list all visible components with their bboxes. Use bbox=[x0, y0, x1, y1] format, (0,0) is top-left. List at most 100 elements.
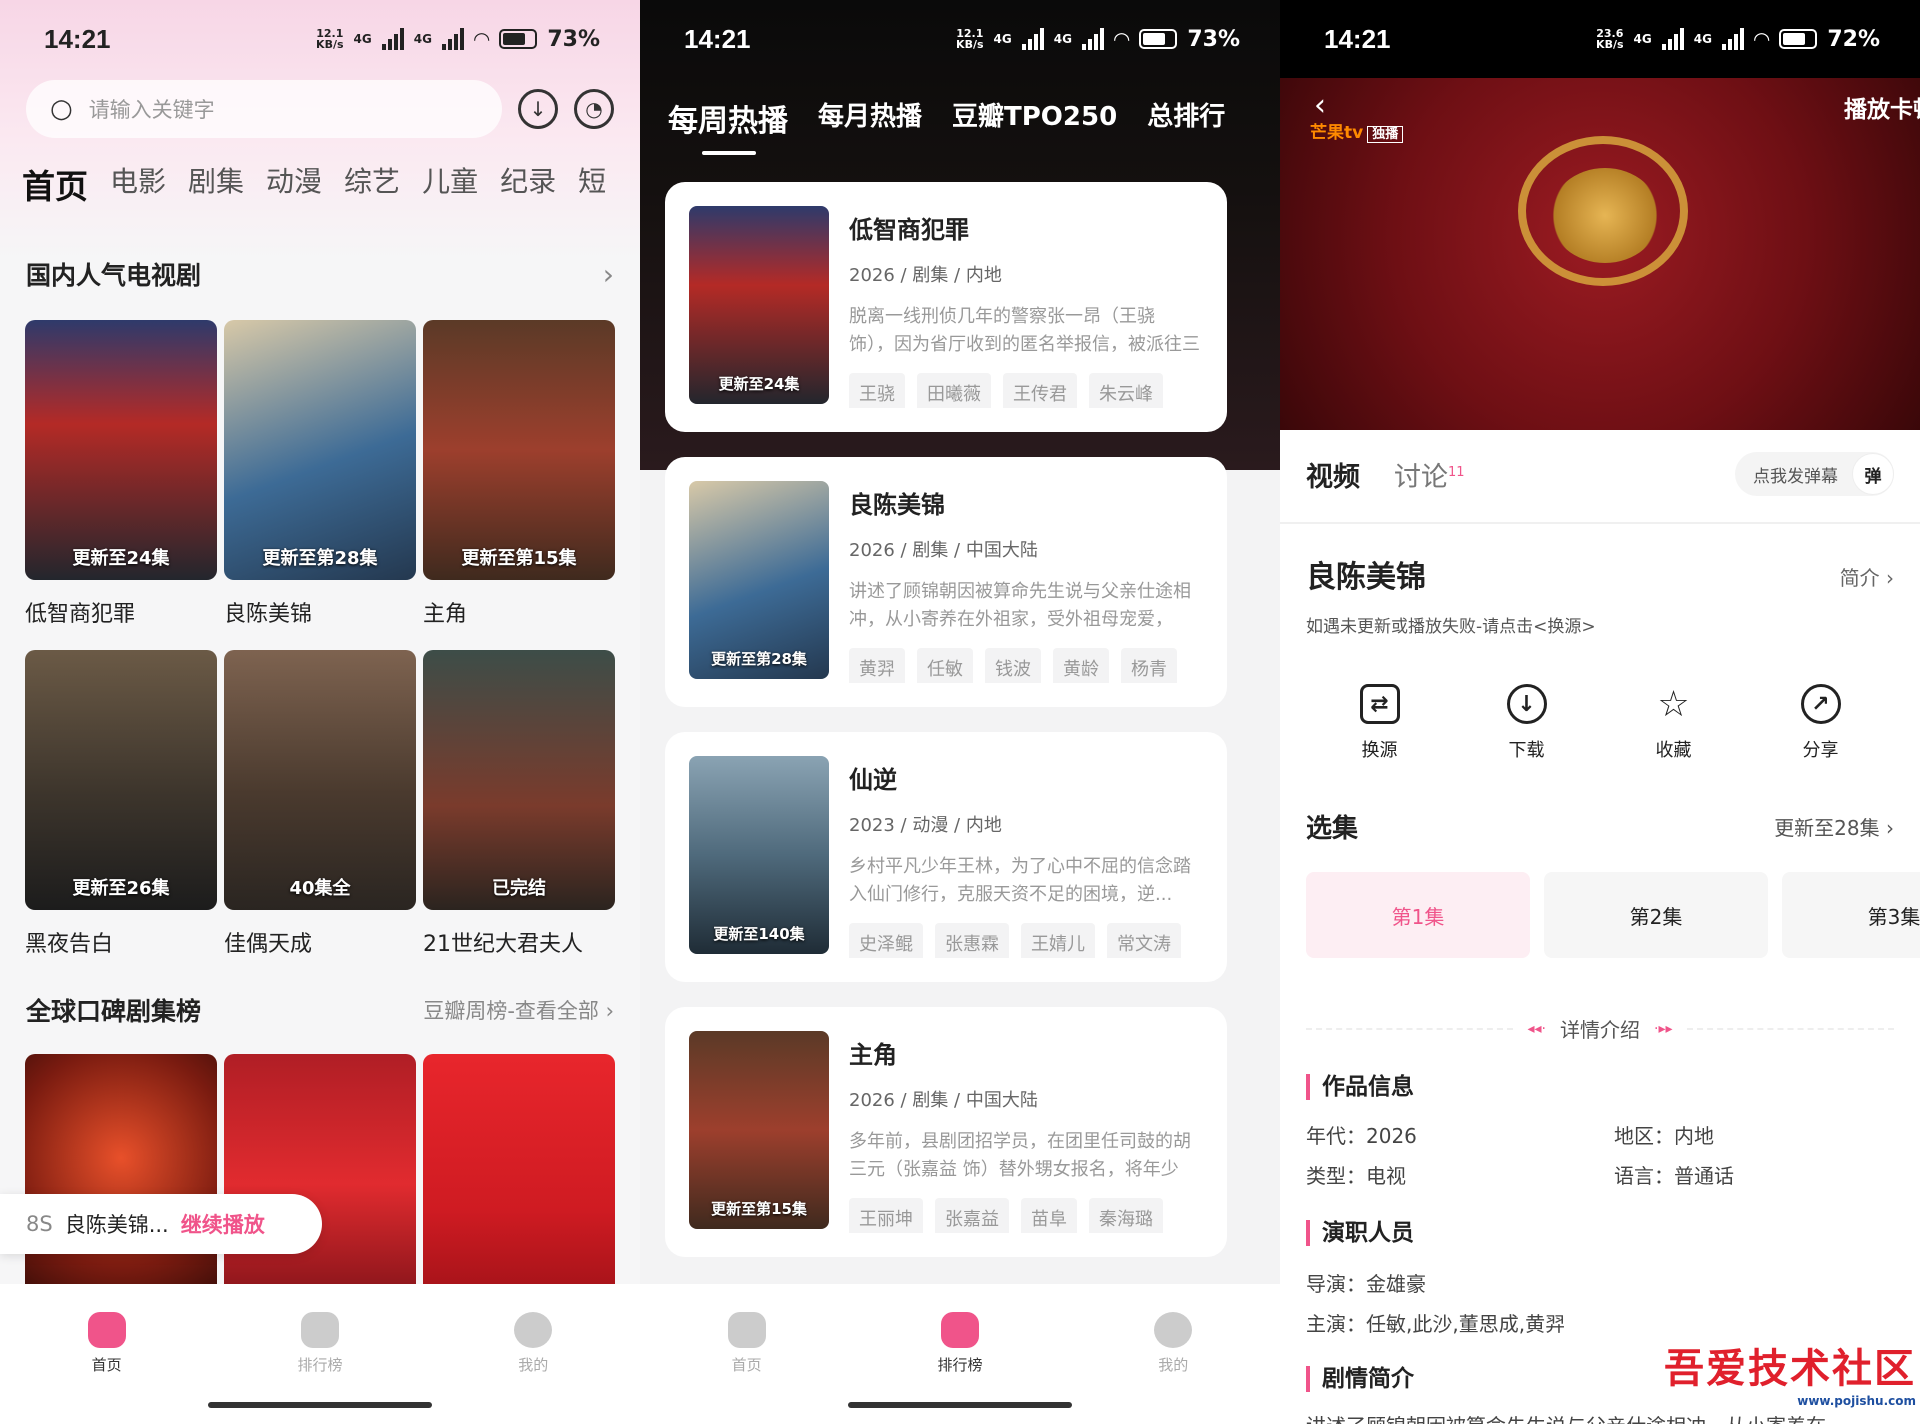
episode-status-link[interactable]: 更新至28集 › bbox=[1774, 812, 1894, 841]
card-meta: 2026 / 剧集 / 内地 bbox=[849, 265, 1002, 286]
favorite-button[interactable]: ☆ 收藏 bbox=[1614, 684, 1734, 762]
tab-label: 首页 bbox=[91, 1356, 122, 1374]
battery-icon bbox=[499, 29, 538, 49]
tab-monthly[interactable]: 每月热播 bbox=[818, 96, 922, 140]
tab-kids[interactable]: 儿童 bbox=[422, 160, 478, 208]
download-button[interactable]: ↓ 下载 bbox=[1467, 684, 1587, 762]
continue-watching-pill[interactable]: 8S 良陈美锦... 继续播放 bbox=[0, 1194, 322, 1254]
tab-anime[interactable]: 动漫 bbox=[266, 160, 322, 208]
poster-grid-domestic: 更新至24集 低智商犯罪 更新至第28集 良陈美锦 更新至第15集 主角 bbox=[25, 320, 615, 628]
poster-card[interactable]: 更新至26集 黑夜告白 bbox=[25, 650, 217, 958]
chevron-right-icon[interactable]: › bbox=[603, 258, 614, 291]
poster-card[interactable]: 更新至第28集 良陈美锦 bbox=[224, 320, 416, 628]
network-type-label: 4G bbox=[353, 32, 372, 46]
action-row: ⇄ 换源 ↓ 下载 ☆ 收藏 ↗ 分享 bbox=[1306, 684, 1894, 762]
episode-button[interactable]: 第1集 bbox=[1306, 872, 1530, 958]
switch-source-button[interactable]: ⇄ 换源 bbox=[1320, 684, 1440, 762]
danmu-input[interactable]: 点我发弹幕弹 bbox=[1735, 452, 1894, 496]
poster-card[interactable]: 更新至24集 低智商犯罪 bbox=[25, 320, 217, 628]
tab-variety[interactable]: 综艺 bbox=[344, 160, 400, 208]
active-tab-indicator bbox=[702, 151, 756, 155]
detail-screen: 14:21 23.6KB/s 4G 4G ◠ 72% ‹ 芒果tv独播 播放卡顿… bbox=[1280, 0, 1920, 1424]
brief-link[interactable]: 简介 › bbox=[1840, 562, 1894, 591]
status-bar: 14:21 23.6 KB/s 4G 4G ◠ 72% bbox=[1280, 0, 1920, 78]
update-badge: 更新至24集 bbox=[718, 375, 800, 393]
card-desc: 脱离一线刑侦几年的警察张一昂（王骁 饰），因为省厅收到的匿名举报信，被派往三江口… bbox=[849, 306, 1200, 355]
continue-button[interactable]: 继续播放 bbox=[181, 1209, 265, 1239]
episode-button[interactable]: 第2集 bbox=[1544, 872, 1768, 958]
cast-tag: 秦海璐 bbox=[1089, 1198, 1163, 1233]
work-info-heading: 作品信息 bbox=[1306, 1074, 1414, 1100]
plot-heading: 剧情简介 bbox=[1306, 1366, 1414, 1392]
tab-home[interactable]: 首页 bbox=[22, 160, 88, 208]
tab-weekly[interactable]: 每周热播 bbox=[668, 96, 788, 140]
network-type-label: 4G bbox=[413, 32, 432, 46]
poster-card[interactable]: 已完结 21世纪大君夫人 bbox=[423, 650, 615, 958]
action-label: 下载 bbox=[1508, 740, 1545, 761]
cast-tags: 王丽坤 张嘉益 苗阜 秦海璐 bbox=[849, 1198, 1203, 1233]
tab-short[interactable]: 短 bbox=[578, 160, 606, 208]
cast-tag: 史泽鲲 bbox=[849, 923, 923, 958]
tab-series[interactable]: 剧集 bbox=[188, 160, 244, 208]
playback-stuck-button[interactable]: 播放卡顿 bbox=[1844, 90, 1920, 124]
tab-movie[interactable]: 电影 bbox=[110, 160, 166, 208]
video-player[interactable]: ‹ 芒果tv独播 播放卡顿 bbox=[1280, 78, 1920, 430]
ranking-card[interactable]: 更新至第15集 主角 2026 / 剧集 / 中国大陆 多年前，县剧团招学员，在… bbox=[665, 1007, 1227, 1257]
poster-card[interactable] bbox=[224, 1054, 416, 1314]
home-indicator bbox=[848, 1402, 1072, 1408]
network-type-label: 4G bbox=[1693, 32, 1712, 46]
tab-home-nav[interactable]: 首页 bbox=[37, 1312, 177, 1424]
ranking-card[interactable]: 更新至第28集 良陈美锦 2026 / 剧集 / 中国大陆 讲述了顾锦朝因被算命… bbox=[665, 457, 1227, 707]
collage: 14:21 12.1 KB/s 4G 4G ◠ 73% ○ 请输入关键字 ↓ ◔ … bbox=[0, 0, 1920, 1424]
history-clock-icon[interactable]: ◔ bbox=[574, 89, 614, 129]
bar-chart-icon bbox=[300, 1312, 339, 1348]
poster-card[interactable] bbox=[25, 1054, 217, 1314]
signal-icon bbox=[1661, 28, 1684, 50]
watermark: 吾爱技术社区 www.pojishu.com bbox=[1664, 1336, 1916, 1408]
episode-button[interactable]: 第3集 bbox=[1782, 872, 1920, 958]
view-all-link[interactable]: 豆瓣周榜-查看全部 › bbox=[423, 995, 614, 1025]
section-header-global: 全球口碑剧集榜 豆瓣周榜-查看全部 › bbox=[26, 992, 614, 1028]
battery-level: 73% bbox=[547, 26, 600, 52]
tab-discuss[interactable]: 讨论11 bbox=[1394, 455, 1465, 494]
detail-divider: ◂◂· 详情介绍 ·▸▸ bbox=[1306, 1014, 1894, 1043]
bottom-tab-bar: 首页 排行榜 我的 bbox=[0, 1284, 640, 1424]
danmu-toggle-icon[interactable]: 弹 bbox=[1852, 453, 1894, 495]
tab-video[interactable]: 视频 bbox=[1306, 455, 1360, 494]
card-desc: 乡村平凡少年王林，为了心中不屈的信念踏入仙门修行，克服天资不足的困境，逆... bbox=[849, 856, 1191, 905]
tab-douban-top[interactable]: 豆瓣TPO250 bbox=[952, 96, 1117, 140]
cast-tag: 任敏 bbox=[917, 648, 973, 683]
cast-tag: 常文涛 bbox=[1107, 923, 1181, 958]
card-title: 低智商犯罪 bbox=[849, 216, 969, 244]
battery-icon bbox=[1779, 29, 1818, 49]
poster-image: 更新至第15集 bbox=[423, 320, 615, 580]
poster-card[interactable] bbox=[423, 1054, 615, 1314]
share-icon: ↗ bbox=[1800, 684, 1841, 724]
info-language: 语言：普通话 bbox=[1614, 1164, 1734, 1188]
poster-card[interactable]: 更新至第15集 主角 bbox=[423, 320, 615, 628]
signal-icon bbox=[1021, 28, 1044, 50]
source-hint: 如遇未更新或播放失败-请点击<换源> bbox=[1306, 617, 1596, 637]
tab-documentary[interactable]: 纪录 bbox=[500, 160, 556, 208]
tab-mine-nav[interactable]: 我的 bbox=[1103, 1312, 1243, 1424]
poster-card[interactable]: 40集全 佳偶天成 bbox=[224, 650, 416, 958]
status-time: 14:21 bbox=[44, 23, 111, 54]
card-info: 低智商犯罪 2026 / 剧集 / 内地 脱离一线刑侦几年的警察张一昂（王骁 饰… bbox=[849, 206, 1203, 408]
tab-overall[interactable]: 总排行 bbox=[1147, 96, 1225, 140]
dashed-line bbox=[1306, 1027, 1514, 1030]
status-time: 14:21 bbox=[684, 23, 751, 54]
home-indicator bbox=[208, 1402, 432, 1408]
tab-label: 排行榜 bbox=[297, 1356, 343, 1374]
tab-mine-nav[interactable]: 我的 bbox=[463, 1312, 603, 1424]
ranking-card[interactable]: 更新至140集 仙逆 2023 / 动漫 / 内地 乡村平凡少年王林，为了心中不… bbox=[665, 732, 1227, 982]
download-icon[interactable]: ↓ bbox=[518, 89, 558, 129]
poster-image: 更新至140集 bbox=[689, 756, 829, 954]
search-input[interactable]: ○ 请输入关键字 bbox=[26, 80, 502, 138]
share-button[interactable]: ↗ 分享 bbox=[1761, 684, 1881, 762]
update-badge: 已完结 bbox=[492, 878, 546, 899]
status-bar: 14:21 12.1 KB/s 4G 4G ◠ 73% bbox=[0, 0, 640, 78]
card-info: 仙逆 2023 / 动漫 / 内地 乡村平凡少年王林，为了心中不屈的信念踏入仙门… bbox=[849, 756, 1203, 958]
tab-home-nav[interactable]: 首页 bbox=[677, 1312, 817, 1424]
watermark-name: 吾爱技术社区 bbox=[1664, 1346, 1916, 1392]
ranking-card[interactable]: 更新至24集 低智商犯罪 2026 / 剧集 / 内地 脱离一线刑侦几年的警察张… bbox=[665, 182, 1227, 432]
